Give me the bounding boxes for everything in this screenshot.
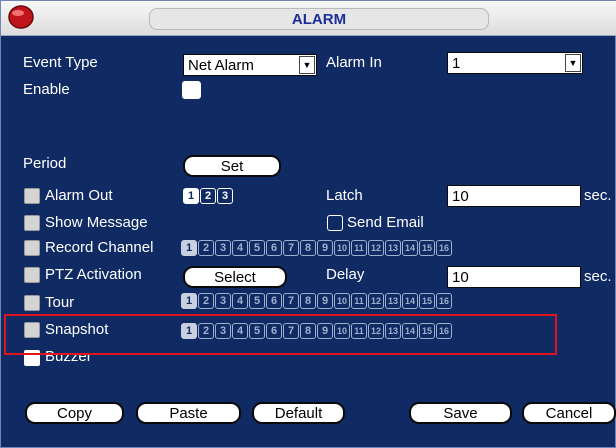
save-button[interactable]: Save <box>409 402 512 424</box>
record-channel-11[interactable]: 11 <box>351 240 367 256</box>
chevron-down-icon[interactable]: ▼ <box>565 54 581 72</box>
tour-channel-15[interactable]: 15 <box>419 293 435 309</box>
tour-channel-11[interactable]: 11 <box>351 293 367 309</box>
ptz-select-button[interactable]: Select <box>183 266 287 288</box>
show-message-checkbox[interactable] <box>24 215 40 231</box>
record-channel-12[interactable]: 12 <box>368 240 384 256</box>
latch-label: Latch <box>326 187 363 204</box>
show-message-label: Show Message <box>45 214 148 231</box>
record-channel-16[interactable]: 16 <box>436 240 452 256</box>
tour-channel-13[interactable]: 13 <box>385 293 401 309</box>
tour-channel-9[interactable]: 9 <box>317 293 333 309</box>
period-set-button[interactable]: Set <box>183 155 281 177</box>
latch-unit: sec. <box>584 187 612 204</box>
paste-button[interactable]: Paste <box>136 402 241 424</box>
record-channel-3[interactable]: 3 <box>215 240 231 256</box>
tour-channel-14[interactable]: 14 <box>402 293 418 309</box>
tour-channel-6[interactable]: 6 <box>266 293 282 309</box>
alarm-out-channels: 123 <box>183 188 234 204</box>
alarm-in-select[interactable]: 1 ▼ <box>447 52 583 74</box>
window-title: ALARM <box>149 8 489 30</box>
tour-channel-4[interactable]: 4 <box>232 293 248 309</box>
enable-label: Enable <box>23 81 70 98</box>
record-channel-2[interactable]: 2 <box>198 240 214 256</box>
snapshot-highlight-box <box>4 314 557 355</box>
tour-channel-12[interactable]: 12 <box>368 293 384 309</box>
alarm-out-channel-2[interactable]: 2 <box>200 188 216 204</box>
send-email-label: Send Email <box>347 214 424 231</box>
event-type-select[interactable]: Net Alarm ▼ <box>183 54 317 76</box>
tour-channel-8[interactable]: 8 <box>300 293 316 309</box>
delay-unit: sec. <box>584 268 612 285</box>
delay-input[interactable]: 10 <box>447 266 581 288</box>
record-channel-14[interactable]: 14 <box>402 240 418 256</box>
alarm-in-label: Alarm In <box>326 54 382 71</box>
ptz-activation-checkbox[interactable] <box>24 267 40 283</box>
record-channel-label: Record Channel <box>45 239 154 256</box>
logo-icon <box>8 5 34 29</box>
alarm-window: ALARM Event Type Net Alarm ▼ Alarm In 1 … <box>0 0 616 448</box>
record-channel-1[interactable]: 1 <box>181 240 197 256</box>
alarm-out-channel-1[interactable]: 1 <box>183 188 199 204</box>
record-channel-7[interactable]: 7 <box>283 240 299 256</box>
tour-channel-16[interactable]: 16 <box>436 293 452 309</box>
delay-label: Delay <box>326 266 365 283</box>
record-channels: 1 2 3 4 5 6 7 8 9 10 11 12 13 14 15 16 <box>181 240 453 256</box>
record-channel-4[interactable]: 4 <box>232 240 248 256</box>
alarm-in-value: 1 <box>452 54 461 72</box>
tour-label: Tour <box>45 294 75 311</box>
record-channel-checkbox[interactable] <box>24 240 40 256</box>
ptz-activation-label: PTZ Activation <box>45 266 142 283</box>
alarm-out-checkbox[interactable] <box>24 188 40 204</box>
enable-checkbox[interactable] <box>182 81 201 99</box>
tour-channel-10[interactable]: 10 <box>334 293 350 309</box>
alarm-out-label: Alarm Out <box>45 187 113 204</box>
title-bar: ALARM <box>1 1 616 36</box>
chevron-down-icon[interactable]: ▼ <box>299 56 315 74</box>
event-type-label: Event Type <box>23 54 98 71</box>
tour-channel-7[interactable]: 7 <box>283 293 299 309</box>
record-channel-9[interactable]: 9 <box>317 240 333 256</box>
tour-channel-3[interactable]: 3 <box>215 293 231 309</box>
record-channel-5[interactable]: 5 <box>249 240 265 256</box>
record-channel-13[interactable]: 13 <box>385 240 401 256</box>
record-channel-10[interactable]: 10 <box>334 240 350 256</box>
tour-channels: 1 2 3 4 5 6 7 8 9 10 11 12 13 14 15 16 <box>181 293 453 309</box>
tour-channel-2[interactable]: 2 <box>198 293 214 309</box>
cancel-button[interactable]: Cancel <box>522 402 616 424</box>
send-email-checkbox[interactable] <box>327 215 343 231</box>
latch-input[interactable]: 10 <box>447 185 581 207</box>
tour-checkbox[interactable] <box>24 295 40 311</box>
event-type-value: Net Alarm <box>188 56 254 74</box>
alarm-out-channel-3[interactable]: 3 <box>217 188 233 204</box>
record-channel-8[interactable]: 8 <box>300 240 316 256</box>
record-channel-15[interactable]: 15 <box>419 240 435 256</box>
record-channel-6[interactable]: 6 <box>266 240 282 256</box>
tour-channel-5[interactable]: 5 <box>249 293 265 309</box>
default-button[interactable]: Default <box>252 402 345 424</box>
period-label: Period <box>23 155 67 172</box>
copy-button[interactable]: Copy <box>25 402 124 424</box>
tour-channel-1[interactable]: 1 <box>181 293 197 309</box>
